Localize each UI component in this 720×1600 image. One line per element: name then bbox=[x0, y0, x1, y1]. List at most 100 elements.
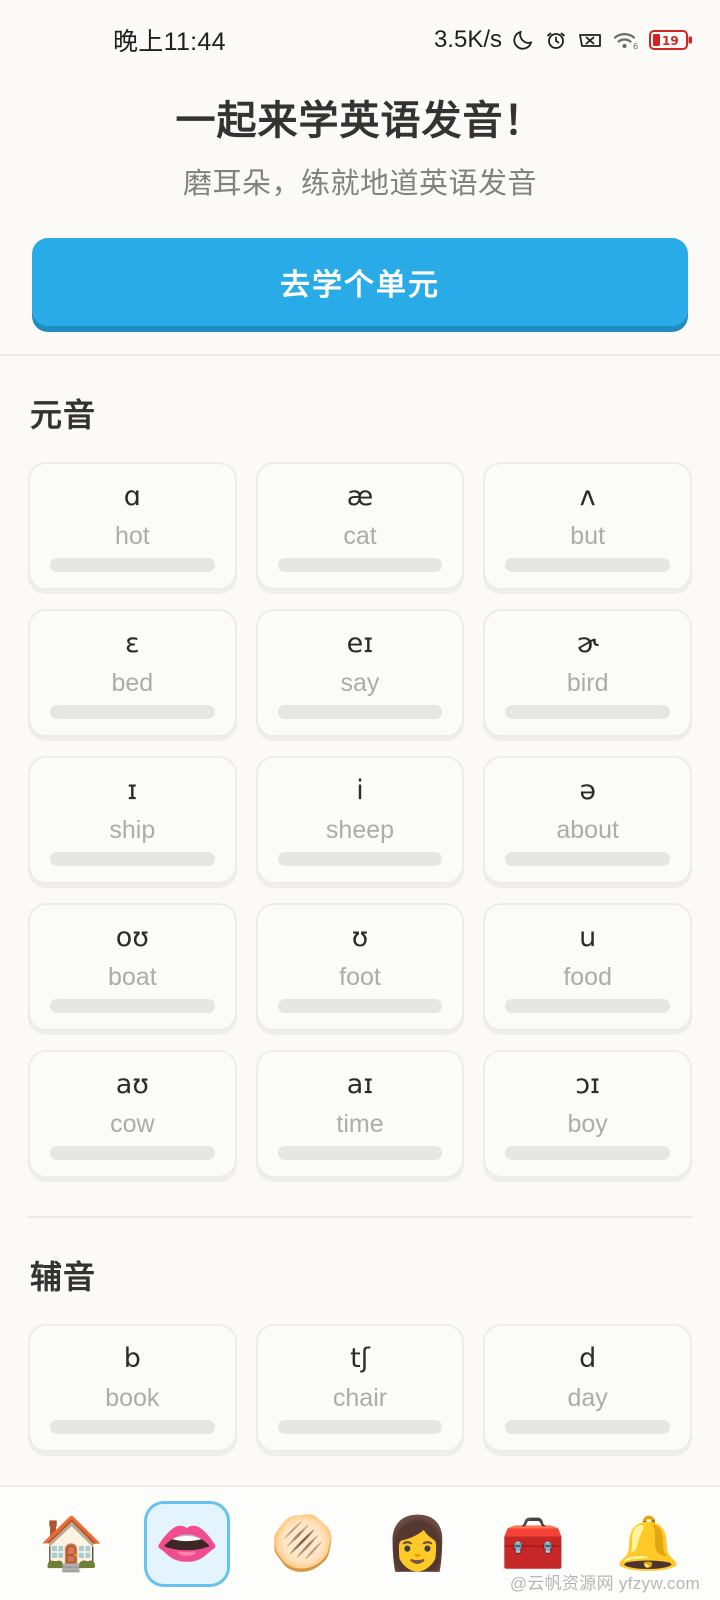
phoneme-card[interactable]: ə about bbox=[483, 756, 692, 884]
phoneme-symbol: ʌ bbox=[579, 481, 596, 512]
phoneme-example-word: food bbox=[563, 962, 612, 991]
phoneme-progress-bar bbox=[50, 1420, 215, 1434]
bell-icon: 🔔 bbox=[615, 1513, 681, 1574]
phoneme-progress-bar bbox=[505, 1146, 670, 1160]
phoneme-progress-bar bbox=[277, 1146, 443, 1160]
phoneme-progress-bar bbox=[50, 705, 215, 719]
battery-icon: 19 bbox=[649, 28, 693, 52]
phoneme-example-word: foot bbox=[339, 962, 381, 991]
phoneme-progress-bar bbox=[50, 558, 215, 572]
phoneme-example-word: cat bbox=[343, 521, 377, 550]
phoneme-progress-bar bbox=[505, 852, 670, 866]
phoneme-symbol: oʊ bbox=[115, 922, 149, 953]
nav-item-house[interactable]: 🏠 bbox=[29, 1501, 115, 1587]
nav-item-woman[interactable]: 👩 bbox=[375, 1501, 461, 1587]
phoneme-progress-bar bbox=[277, 999, 443, 1013]
phoneme-symbol: ɚ bbox=[576, 628, 599, 659]
phoneme-card[interactable]: ʌ but bbox=[483, 462, 692, 590]
phoneme-symbol: ə bbox=[579, 775, 596, 806]
status-bar-time: 晚上11:44 bbox=[113, 28, 226, 56]
phoneme-progress-bar bbox=[50, 999, 215, 1013]
svg-text:6: 6 bbox=[633, 42, 638, 51]
phoneme-progress-bar bbox=[277, 852, 443, 866]
phoneme-symbol: d bbox=[579, 1343, 597, 1374]
page-title: 一起来学英语发音！ bbox=[175, 99, 545, 143]
house-icon: 🏠 bbox=[39, 1513, 105, 1574]
start-unit-button[interactable]: 去学个单元 bbox=[32, 238, 688, 326]
phoneme-progress-bar bbox=[505, 558, 670, 572]
page-subtitle: 磨耳朵，练就地道英语发音 bbox=[182, 168, 537, 200]
phoneme-progress-bar bbox=[505, 999, 670, 1013]
phoneme-example-word: sheep bbox=[325, 815, 395, 844]
phoneme-card[interactable]: aɪ time bbox=[255, 1050, 465, 1178]
phoneme-example-word: hot bbox=[114, 521, 150, 550]
nav-item-mouth[interactable]: 👄 bbox=[143, 1500, 230, 1587]
phoneme-card[interactable]: ɔɪ boy bbox=[483, 1050, 692, 1178]
phoneme-symbol: u bbox=[579, 922, 597, 953]
phoneme-card[interactable]: ɛ bed bbox=[28, 609, 237, 737]
phoneme-example-word: boat bbox=[107, 962, 157, 991]
phoneme-card[interactable]: u food bbox=[483, 903, 692, 1031]
moon-icon bbox=[511, 28, 535, 52]
phoneme-symbol: eɪ bbox=[346, 628, 374, 659]
phoneme-symbol: ʊ bbox=[351, 922, 369, 953]
alarm-icon bbox=[544, 28, 568, 52]
section-vowels: 元音 ɑ hot æ cat ʌ but ɛ bed eɪ say ɚ bird ɪ ship i sheep… bbox=[0, 356, 720, 1218]
phoneme-card[interactable]: ɑ hot bbox=[28, 462, 237, 590]
phoneme-example-word: bed bbox=[111, 668, 154, 697]
phoneme-example-word: but bbox=[570, 521, 606, 550]
phoneme-symbol: æ bbox=[346, 481, 374, 512]
phoneme-symbol: aɪ bbox=[346, 1069, 374, 1100]
phoneme-card[interactable]: ʊ foot bbox=[255, 903, 465, 1031]
phoneme-card[interactable]: b book bbox=[28, 1324, 237, 1452]
section-consonants: 辅音 b book tʃ chair d day bbox=[0, 1218, 720, 1452]
phoneme-example-word: boy bbox=[567, 1109, 608, 1138]
section-title-consonants: 辅音 bbox=[30, 1259, 97, 1295]
section-title-vowels: 元音 bbox=[30, 397, 97, 433]
signal-off-icon bbox=[577, 29, 603, 51]
bottom-navigation: 🏠 👄 🫓 👩 🧰 🔔 @云帆资源网 yfzyw.com bbox=[0, 1485, 720, 1600]
phoneme-card[interactable]: ɚ bird bbox=[483, 609, 692, 737]
phoneme-example-word: book bbox=[105, 1383, 160, 1412]
phoneme-progress-bar bbox=[277, 558, 443, 572]
mouth-icon: 👄 bbox=[154, 1513, 220, 1574]
phoneme-symbol: ɔɪ bbox=[575, 1069, 601, 1100]
nav-item-tongue-shield[interactable]: 🫓 bbox=[259, 1501, 345, 1587]
phoneme-card[interactable]: aʊ cow bbox=[28, 1050, 237, 1178]
watermark: @云帆资源网 yfzyw.com bbox=[509, 1574, 700, 1593]
phoneme-example-word: time bbox=[336, 1109, 384, 1138]
wifi-icon: 6 bbox=[612, 29, 640, 51]
phoneme-card[interactable]: tʃ chair bbox=[255, 1324, 465, 1452]
status-bar: 晚上11:44 3.5K/s 6 19 bbox=[0, 0, 720, 80]
svg-text:19: 19 bbox=[662, 34, 679, 48]
woman-icon: 👩 bbox=[385, 1513, 451, 1574]
phoneme-card[interactable]: oʊ boat bbox=[28, 903, 237, 1031]
phoneme-example-word: day bbox=[567, 1383, 608, 1412]
phoneme-progress-bar bbox=[50, 1146, 215, 1160]
page-header: 一起来学英语发音！ 磨耳朵，练就地道英语发音 去学个单元 bbox=[0, 80, 720, 354]
phoneme-progress-bar bbox=[505, 1420, 670, 1434]
phoneme-card[interactable]: i sheep bbox=[255, 756, 465, 884]
phoneme-symbol: ɑ bbox=[123, 481, 141, 512]
phoneme-card[interactable]: æ cat bbox=[255, 462, 465, 590]
phoneme-example-word: cow bbox=[110, 1109, 155, 1138]
treasure-chest-icon: 🧰 bbox=[500, 1513, 566, 1574]
phoneme-progress-bar bbox=[50, 852, 215, 866]
phoneme-example-word: say bbox=[340, 668, 380, 697]
phoneme-symbol: tʃ bbox=[350, 1343, 370, 1374]
phoneme-symbol: b bbox=[123, 1343, 141, 1374]
tongue-shield-icon: 🫓 bbox=[269, 1513, 335, 1574]
content-area[interactable]: 元音 ɑ hot æ cat ʌ but ɛ bed eɪ say ɚ bird ɪ ship i sheep… bbox=[0, 356, 720, 1485]
phoneme-example-word: bird bbox=[566, 668, 609, 697]
app-screen: 晚上11:44 3.5K/s 6 19 一起来学英语发音！ 磨耳朵，练就地道英语… bbox=[0, 0, 720, 1600]
phoneme-progress-bar bbox=[505, 705, 670, 719]
status-bar-indicators: 3.5K/s 6 19 bbox=[434, 26, 693, 54]
cta-container: 去学个单元 bbox=[30, 238, 690, 326]
phoneme-card[interactable]: eɪ say bbox=[255, 609, 465, 737]
phoneme-card[interactable]: d day bbox=[483, 1324, 692, 1452]
phoneme-card[interactable]: ɪ ship bbox=[28, 756, 237, 884]
phoneme-symbol: ɛ bbox=[125, 628, 140, 659]
vowel-card-grid: ɑ hot æ cat ʌ but ɛ bed eɪ say ɚ bird ɪ ship i sheep ə ab… bbox=[28, 462, 692, 1178]
phoneme-symbol: aʊ bbox=[115, 1069, 149, 1100]
phoneme-example-word: about bbox=[556, 815, 619, 844]
